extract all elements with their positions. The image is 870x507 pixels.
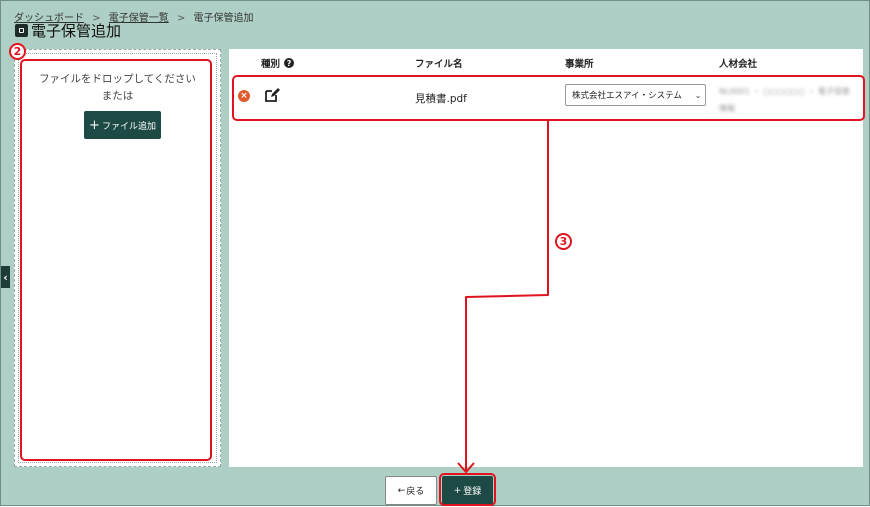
- annotation-box-dropzone: [20, 59, 212, 461]
- annotation-number-3: 3: [555, 233, 572, 250]
- help-icon[interactable]: ?: [284, 58, 295, 68]
- arrow-left-icon: ←: [397, 485, 406, 496]
- page-icon: [15, 23, 28, 37]
- annotation-number-2: 2: [9, 43, 26, 60]
- column-header-type-label: 種別: [261, 59, 281, 70]
- column-header-office: 事業所: [565, 59, 594, 70]
- back-button[interactable]: ← 戻る: [385, 476, 437, 505]
- page-title: 電子保管追加: [15, 20, 121, 40]
- column-header-type: 種別 ?: [261, 56, 295, 70]
- annotation-box-register: [439, 473, 496, 506]
- breadcrumb-separator: >: [176, 13, 186, 24]
- back-button-label: 戻る: [406, 487, 425, 497]
- app-frame: ダッシュボード > 電子保管一覧 > 電子保管追加 電子保管追加 ‹ ファイルを…: [0, 0, 870, 506]
- collapse-panel-button[interactable]: ‹: [1, 266, 10, 288]
- page-title-text: 電子保管追加: [31, 21, 122, 40]
- annotation-box-row: [232, 75, 865, 121]
- breadcrumb-current: 電子保管追加: [193, 13, 254, 24]
- column-header-file-name: ファイル名: [415, 59, 463, 70]
- chevron-left-icon: ‹: [3, 270, 8, 284]
- column-header-hr-company: 人材会社: [719, 59, 758, 70]
